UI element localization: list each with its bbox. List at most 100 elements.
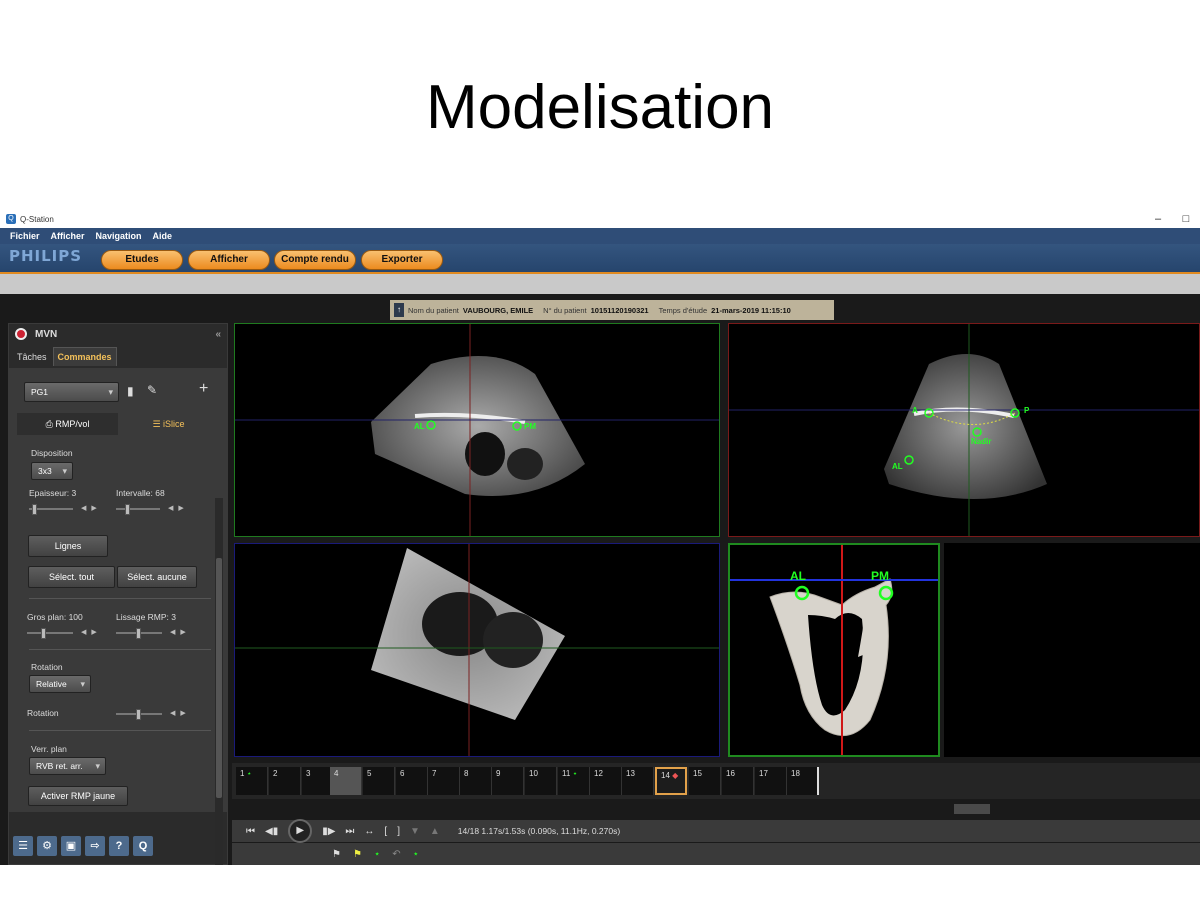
panel-tabs: Tâches Commandes [9, 344, 227, 366]
frame-5[interactable]: 5 [363, 767, 395, 795]
menu-navigation[interactable]: Navigation [96, 231, 142, 241]
last-frame-icon[interactable]: ⏭ [345, 826, 354, 837]
trash-icon[interactable]: ▮ [127, 384, 134, 398]
frame-18[interactable]: 18 [787, 767, 819, 795]
panel-title: MVN [35, 328, 58, 340]
activer-rmp-jaune-button[interactable]: Activer RMP jaune [28, 786, 128, 806]
down-arrow-icon[interactable]: ▼ [410, 826, 420, 837]
frame-number: 12 [594, 769, 603, 778]
intervalle-slider[interactable] [116, 504, 160, 515]
frame-13[interactable]: 13 [622, 767, 654, 795]
flag-icon[interactable]: ⚑ [332, 849, 341, 860]
gros-plan-slider[interactable] [27, 628, 73, 639]
maximize-icon[interactable]: □ [1172, 213, 1200, 225]
frame-2[interactable]: 2 [269, 767, 301, 795]
frame-6[interactable]: 6 [396, 767, 428, 795]
frame-11[interactable]: 11 ⋆ [558, 767, 590, 795]
panel-scrollbar[interactable] [215, 498, 223, 865]
frame-number: 7 [432, 769, 437, 778]
menu-fichier[interactable]: Fichier [10, 231, 40, 241]
viewport-bottom-left[interactable] [234, 543, 720, 757]
subtab-islice-label: iSlice [163, 419, 185, 429]
frame-10[interactable]: 10 [525, 767, 557, 795]
viewport-top-left[interactable]: AL PM [234, 323, 720, 537]
loop-icon[interactable]: ↔ [364, 826, 374, 837]
play-icon[interactable]: ▶ [288, 819, 313, 843]
tab-taches[interactable]: Tâches [13, 348, 51, 366]
menu-bar: Fichier Afficher Navigation Aide [0, 228, 1200, 244]
collapse-icon[interactable]: « [215, 329, 221, 340]
rotation-slider[interactable] [116, 709, 162, 720]
tab-exporter[interactable]: Exporter [361, 250, 443, 270]
first-frame-icon[interactable]: ⏮ [246, 826, 255, 837]
frame-number: 18 [791, 769, 800, 778]
viewport-top-right[interactable]: A P Nadir AL [728, 323, 1200, 537]
panel-header: MVN « [9, 324, 227, 344]
up-arrow-icon[interactable]: ▲ [430, 826, 440, 837]
range-end-icon[interactable]: ] [397, 826, 400, 837]
philips-logo: PHILIPS [9, 247, 83, 265]
frame-12[interactable]: 12 [590, 767, 622, 795]
exit-icon[interactable]: ⇨ [85, 836, 105, 856]
frame-17[interactable]: 17 [755, 767, 787, 795]
settings-icon[interactable]: ⚙ [37, 836, 57, 856]
timeline-scrollbar[interactable] [232, 802, 1200, 816]
tab-etudes[interactable]: Etudes [101, 250, 183, 270]
save-icon[interactable]: ▣ [61, 836, 81, 856]
viewport-model[interactable]: AL PM [728, 543, 940, 757]
lignes-button[interactable]: Lignes [28, 535, 108, 557]
add-marker-icon[interactable]: ⋆ [374, 849, 380, 860]
intervalle-label: Intervalle: 68 [116, 488, 165, 498]
tab-compte-rendu[interactable]: Compte rendu [274, 250, 356, 270]
menu-aide[interactable]: Aide [153, 231, 173, 241]
epaisseur-slider[interactable] [29, 504, 73, 515]
viewport-empty[interactable] [944, 543, 1200, 757]
q-icon[interactable]: Q [133, 836, 153, 856]
select-all-button[interactable]: Sélect. tout [28, 566, 115, 588]
frame-9[interactable]: 9 [492, 767, 524, 795]
rotation-arrows[interactable]: ◀▶ [170, 709, 191, 717]
preset-select[interactable]: PG1 [24, 382, 119, 402]
marker-icon[interactable]: ⋆ [413, 849, 419, 860]
flag-yellow-icon[interactable]: ⚑ [353, 849, 362, 860]
intervalle-arrows[interactable]: ◀▶ [168, 504, 189, 512]
range-start-icon[interactable]: [ [384, 826, 387, 837]
next-frame-icon[interactable]: ▮▶ [322, 826, 335, 837]
undo-icon[interactable]: ↶ [392, 849, 400, 860]
echo-image-top-right [729, 324, 1199, 536]
select-none-button[interactable]: Sélect. aucune [117, 566, 197, 588]
gros-plan-arrows[interactable]: ◀▶ [81, 628, 102, 636]
frame-4[interactable]: 4 [330, 767, 362, 795]
marker-al-label: AL [892, 462, 903, 471]
prev-frame-icon[interactable]: ◀▮ [265, 826, 278, 837]
lissage-arrows[interactable]: ◀▶ [170, 628, 191, 636]
patient-name-label: Nom du patient [408, 305, 459, 315]
subtab-rmp-vol[interactable]: ⎙ RMP/vol [17, 413, 118, 435]
model-al-label: AL [790, 569, 806, 583]
rotation-mode-select[interactable]: Relative [29, 675, 91, 693]
minimize-icon[interactable]: – [1144, 213, 1172, 225]
frame-number: 5 [367, 769, 372, 778]
lissage-slider[interactable] [116, 628, 162, 639]
frame-number: 14 [661, 771, 670, 780]
frame-number: 10 [529, 769, 538, 778]
frame-8[interactable]: 8 [460, 767, 492, 795]
tab-afficher[interactable]: Afficher [188, 250, 270, 270]
frame-16[interactable]: 16 [722, 767, 754, 795]
menu-afficher[interactable]: Afficher [51, 231, 85, 241]
tab-commandes[interactable]: Commandes [52, 347, 117, 366]
verr-plan-select[interactable]: RVB ret. arr. [29, 757, 106, 775]
disposition-select[interactable]: 3x3 [31, 462, 73, 480]
frame-7[interactable]: 7 [428, 767, 460, 795]
frame-14[interactable]: 14 ◆ [655, 767, 687, 795]
frame-1[interactable]: 1 ⋆ [236, 767, 268, 795]
subtab-islice[interactable]: ☰ iSlice [118, 413, 219, 435]
list-icon[interactable]: ☰ [13, 836, 33, 856]
epaisseur-arrows[interactable]: ◀▶ [81, 504, 102, 512]
frame-15[interactable]: 15 [689, 767, 721, 795]
pencil-icon[interactable]: ✎ [147, 383, 157, 397]
verr-plan-label: Verr. plan [31, 744, 67, 754]
current-marker-icon: ◆ [672, 771, 679, 780]
help-icon[interactable]: ? [109, 836, 129, 856]
add-icon[interactable]: + [199, 380, 208, 398]
